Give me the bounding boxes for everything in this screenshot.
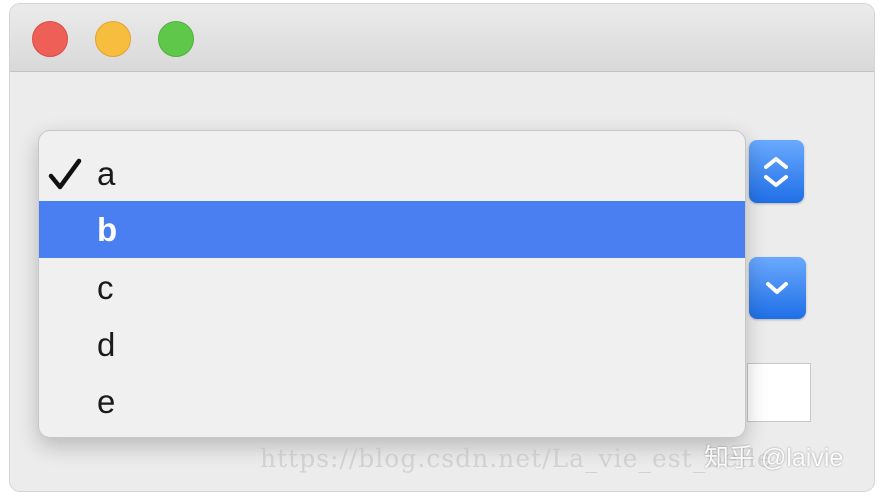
- menu-item-b[interactable]: b: [39, 201, 745, 258]
- chevron-up-down-icon: [764, 157, 788, 187]
- popup-menu: a b c d e: [38, 130, 746, 438]
- watermark-url: https://blog.csdn.net/La_vie_est_belle: [260, 444, 773, 473]
- minimize-button[interactable]: [95, 21, 131, 57]
- close-button[interactable]: [32, 21, 68, 57]
- title-bar: [10, 4, 874, 72]
- menu-item-a[interactable]: a: [39, 145, 745, 202]
- zoom-button[interactable]: [158, 21, 194, 57]
- menu-item-e[interactable]: e: [39, 373, 745, 430]
- watermark-brand: 知乎 @laivie: [704, 444, 844, 472]
- menu-item-label: e: [97, 383, 116, 420]
- popup-button-arrow[interactable]: [749, 140, 804, 203]
- menu-item-d[interactable]: d: [39, 316, 745, 373]
- menu-item-label: d: [97, 326, 116, 363]
- combo-box-arrow[interactable]: [749, 257, 806, 319]
- chevron-down-icon: [766, 282, 788, 294]
- text-field[interactable]: [747, 363, 811, 422]
- menu-item-label: b: [97, 211, 118, 248]
- menu-item-c[interactable]: c: [39, 259, 745, 316]
- menu-item-label: a: [97, 155, 116, 192]
- menu-item-label: c: [97, 269, 114, 306]
- checkmark-icon: [48, 158, 82, 190]
